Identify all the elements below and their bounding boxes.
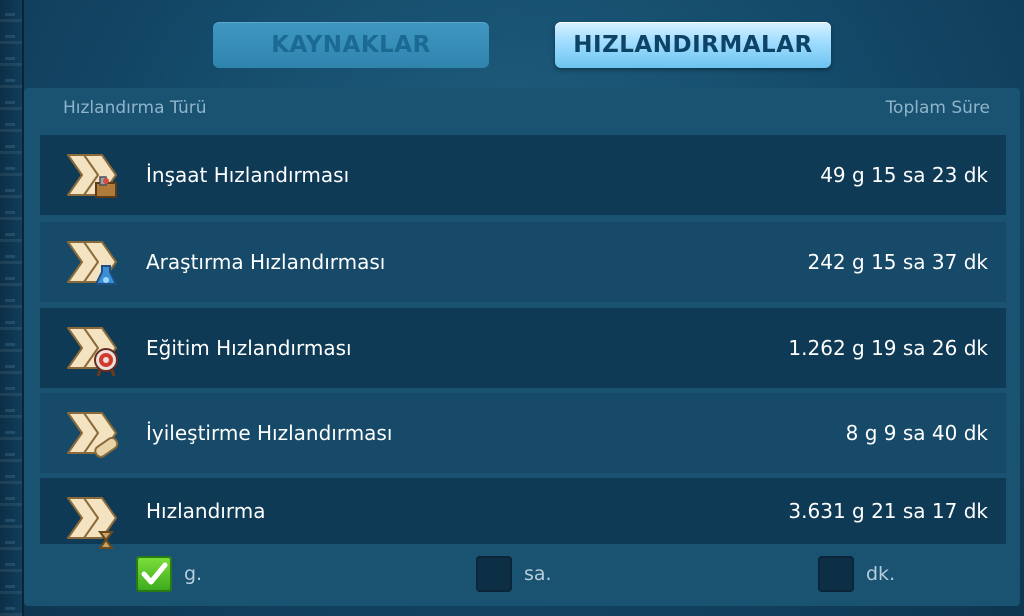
healing-speedup-icon [67, 412, 119, 458]
speedup-total: 49 g 15 sa 23 dk [820, 163, 988, 187]
filter-minutes: dk. [818, 556, 895, 592]
hours-checkbox[interactable] [476, 556, 512, 592]
table-row: Eğitim Hızlandırması 1.262 g 19 sa 26 dk [40, 308, 1006, 388]
column-header-type: Hızlandırma Türü [63, 98, 207, 118]
speedup-name: İyileştirme Hızlandırması [146, 421, 393, 445]
checkmark-icon [141, 562, 168, 585]
table-row: Araştırma Hızlandırması 242 g 15 sa 37 d… [40, 222, 1006, 302]
training-speedup-icon [67, 327, 118, 377]
speedup-total: 8 g 9 sa 40 dk [845, 421, 988, 445]
column-header-total: Toplam Süre [885, 98, 990, 118]
decorative-border [0, 0, 24, 616]
speedup-name: Hızlandırma [146, 499, 266, 523]
speedup-total: 1.262 g 19 sa 26 dk [788, 336, 988, 360]
research-speedup-icon [67, 241, 118, 285]
tab-resources[interactable]: KAYNAKLAR [213, 22, 489, 68]
speedup-name: İnşaat Hızlandırması [146, 163, 350, 187]
minutes-label: dk. [866, 563, 896, 585]
construction-speedup-icon [67, 154, 117, 198]
days-label: g. [184, 563, 203, 585]
filter-hours: sa. [476, 556, 552, 592]
speedup-total: 3.631 g 21 sa 17 dk [788, 499, 988, 523]
days-checkbox[interactable] [136, 556, 172, 592]
hours-label: sa. [524, 563, 552, 585]
game-window: KAYNAKLAR HIZLANDIRMALAR Hızlandırma Tür… [0, 0, 1024, 616]
table-row: İnşaat Hızlandırması 49 g 15 sa 23 dk [40, 135, 1006, 215]
filter-days: g. [136, 556, 202, 592]
speedup-total: 242 g 15 sa 37 dk [807, 250, 988, 274]
universal-speedup-icon [67, 497, 117, 549]
speedup-name: Eğitim Hızlandırması [146, 336, 352, 360]
tab-speedups[interactable]: HIZLANDIRMALAR [555, 22, 831, 68]
table-row: Hızlandırma 3.631 g 21 sa 17 dk [40, 478, 1006, 549]
speedup-name: Araştırma Hızlandırması [146, 250, 386, 274]
table-row: İyileştirme Hızlandırması 8 g 9 sa 40 dk [40, 393, 1006, 473]
minutes-checkbox[interactable] [818, 556, 854, 592]
